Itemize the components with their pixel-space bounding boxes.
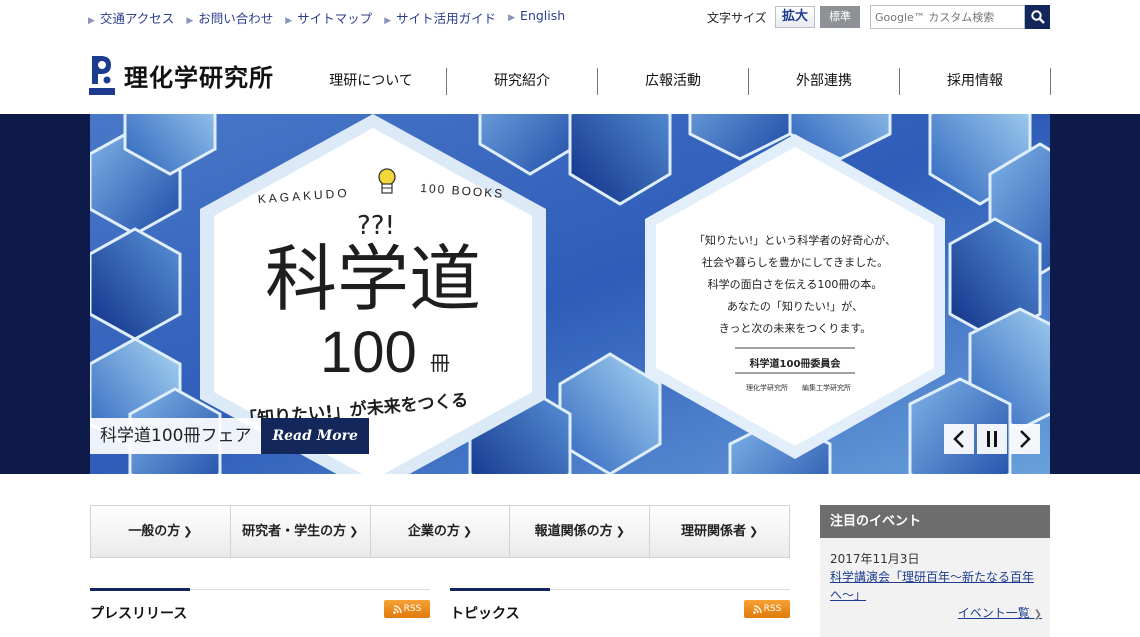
- chevron-right-icon: ❯: [748, 525, 759, 538]
- topics-rss-button[interactable]: RSS: [744, 600, 790, 618]
- audience-riken-staff[interactable]: 理研関係者 ❯: [650, 506, 789, 557]
- hero-number: 100: [320, 320, 417, 385]
- audience-researchers[interactable]: 研究者・学生の方 ❯: [231, 506, 371, 557]
- audience-companies[interactable]: 企業の方 ❯: [371, 506, 511, 557]
- utility-link-access[interactable]: ▶ 交通アクセス: [88, 8, 174, 27]
- section-accent-bar: [450, 588, 550, 591]
- slide-caption-title[interactable]: 科学道100冊フェア: [90, 418, 262, 454]
- nav-about[interactable]: 理研について: [296, 68, 447, 95]
- hero-title: 科学道: [265, 237, 481, 321]
- chevron-left-icon: [953, 430, 964, 448]
- rss-icon: [392, 604, 402, 614]
- message-line: 社会や暮らしを豊かにしてきました。: [702, 255, 888, 269]
- chevron-right-icon: ❯: [1033, 609, 1042, 620]
- search-button[interactable]: [1025, 5, 1050, 29]
- pause-icon: [987, 431, 997, 447]
- arrow-icon: ▶: [384, 16, 392, 26]
- chevron-right-icon: ❯: [183, 525, 193, 538]
- chevron-right-icon: [1020, 430, 1031, 448]
- nav-careers[interactable]: 採用情報: [900, 68, 1051, 95]
- audience-nav: 一般の方 ❯ 研究者・学生の方 ❯ 企業の方 ❯ 報道関係の方 ❯ 理研関係者 ❯: [90, 505, 790, 558]
- read-more-button[interactable]: Read More: [261, 418, 369, 454]
- message-line: あなたの「知りたい!」が、: [727, 299, 863, 313]
- chevron-right-icon: ❯: [349, 525, 359, 538]
- carousel-prev-button[interactable]: [944, 424, 974, 454]
- site-logo[interactable]: 理化学研究所: [88, 54, 288, 96]
- section-accent-bar: [90, 588, 190, 591]
- featured-event-panel: 注目のイベント 2017年11月3日 科学講演会「理研百年～新たなる百年へ～」 …: [820, 505, 1050, 637]
- font-size-standard-button[interactable]: 標準: [820, 6, 860, 28]
- press-rss-button[interactable]: RSS: [384, 600, 430, 618]
- hero-publisher-2: 編集工学研究所: [802, 383, 851, 392]
- logo-text: 理化学研究所: [124, 63, 274, 92]
- utility-link-english[interactable]: ▶ English: [508, 8, 565, 27]
- message-line: 「知りたい!」という科学者の好奇心が、: [694, 233, 896, 247]
- utility-links: ▶ 交通アクセス ▶ お問い合わせ ▶ サイトマップ ▶ サイト活用ガイド ▶ Engli…: [88, 8, 577, 27]
- font-size-large-button[interactable]: 拡大: [775, 6, 815, 28]
- utility-bar: ▶ 交通アクセス ▶ お問い合わせ ▶ サイトマップ ▶ サイト活用ガイド ▶ Engli…: [0, 0, 1140, 34]
- search-input[interactable]: [870, 5, 1025, 29]
- font-size-label: 文字サイズ: [707, 11, 767, 25]
- audience-press[interactable]: 報道関係の方 ❯: [510, 506, 651, 557]
- message-line: きっと次の未来をつくります。: [719, 321, 871, 335]
- chevron-right-icon: ❯: [615, 525, 625, 538]
- nav-research[interactable]: 研究紹介: [447, 68, 598, 95]
- utility-link-contact[interactable]: ▶ お問い合わせ: [186, 8, 273, 27]
- chevron-right-icon: ❯: [462, 525, 473, 538]
- message-line: 科学の面白さを伝える100冊の本。: [708, 277, 883, 291]
- nav-pr[interactable]: 広報活動: [598, 68, 749, 95]
- arrow-icon: ▶: [186, 16, 194, 26]
- utility-link-guide[interactable]: ▶ サイト活用ガイド: [384, 8, 496, 27]
- global-nav: 理研について 研究紹介 広報活動 外部連携 採用情報: [296, 68, 1051, 95]
- carousel-next-button[interactable]: [1010, 424, 1040, 454]
- event-list-link[interactable]: イベント一覧 ❯: [958, 604, 1042, 621]
- hero-unit: 冊: [430, 351, 450, 375]
- arrow-icon: ▶: [508, 13, 516, 23]
- press-release-section: プレスリリース RSS: [90, 588, 430, 623]
- rss-icon: [752, 604, 762, 614]
- event-title-link[interactable]: 科学講演会「理研百年～新たなる百年へ～」: [830, 568, 1040, 604]
- slide-caption: 科学道100冊フェア Read More: [90, 418, 369, 454]
- audience-general[interactable]: 一般の方 ❯: [91, 506, 231, 557]
- hero-publisher-1: 理化学研究所: [746, 383, 788, 392]
- carousel-pause-button[interactable]: [977, 424, 1007, 454]
- arrow-icon: ▶: [88, 16, 95, 26]
- riken-logo-mark: [89, 56, 115, 95]
- hero-committee: 科学道100冊委員会: [750, 357, 841, 370]
- event-date: 2017年11月3日: [830, 552, 920, 566]
- utility-link-sitemap[interactable]: ▶ サイトマップ: [285, 8, 372, 27]
- press-release-title: プレスリリース: [90, 606, 188, 622]
- topics-section: トピックス RSS: [450, 588, 790, 623]
- featured-event-heading: 注目のイベント: [820, 505, 1050, 538]
- topics-title: トピックス: [450, 606, 520, 622]
- arrow-icon: ▶: [285, 16, 293, 26]
- nav-collaboration[interactable]: 外部連携: [749, 68, 900, 95]
- search-icon: [1030, 10, 1045, 24]
